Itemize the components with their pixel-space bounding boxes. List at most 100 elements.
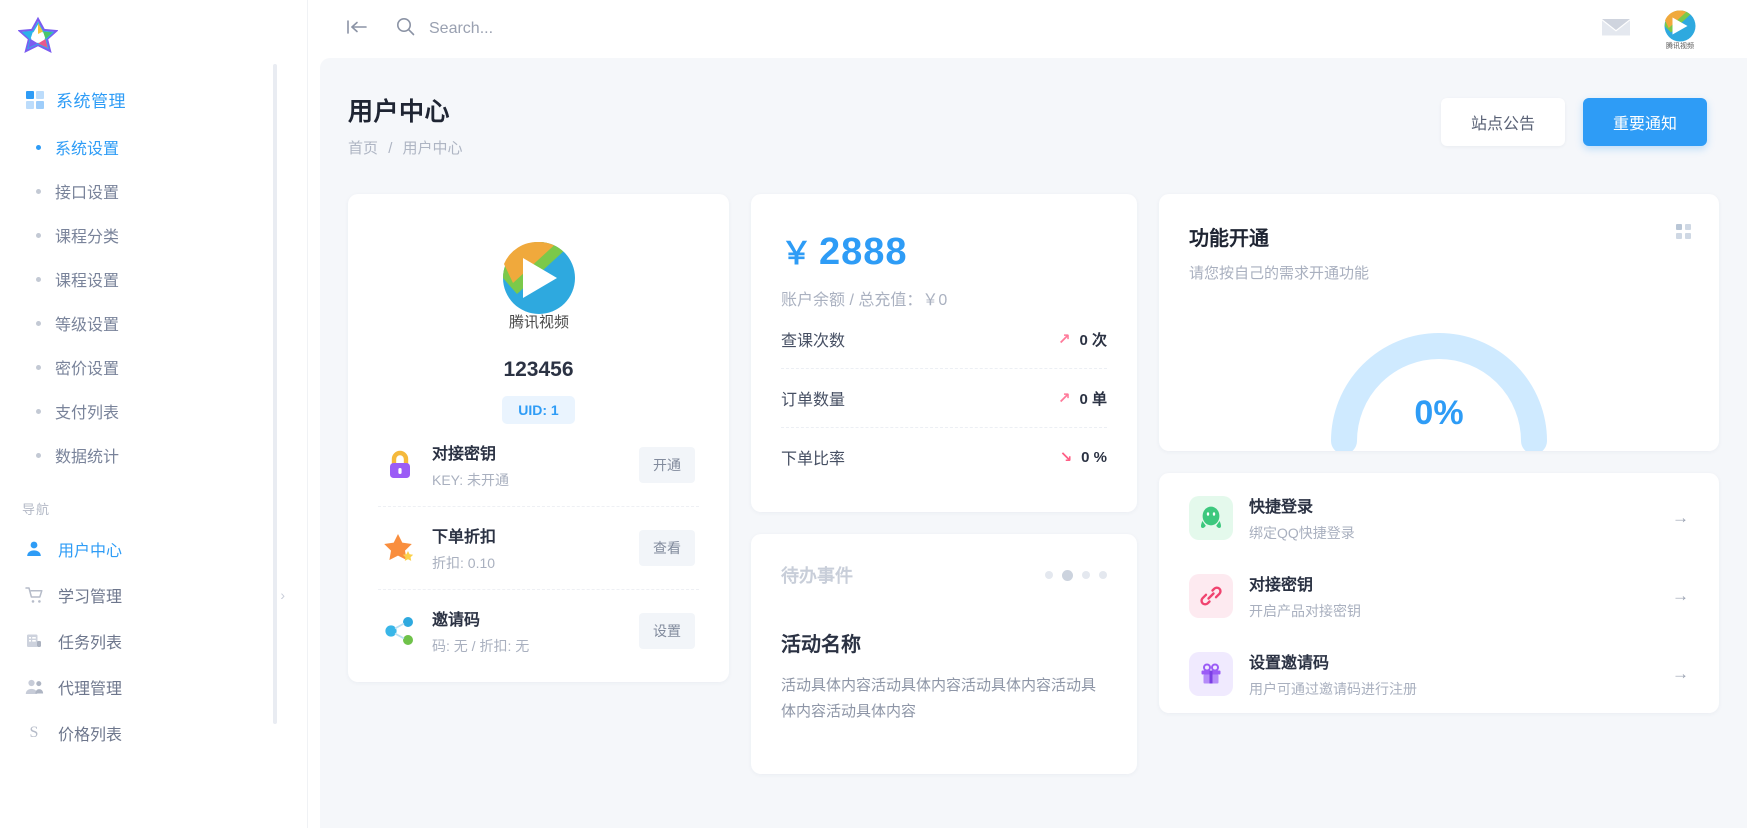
svg-text:腾讯视频: 腾讯视频	[508, 314, 568, 331]
content-panel: 用户中心 首页 / 用户中心 站点公告 重要通知	[320, 58, 1747, 828]
sidebar-item-label: 代理管理	[58, 675, 122, 699]
breadcrumb-home[interactable]: 首页	[348, 140, 378, 157]
page-title: 用户中心	[348, 92, 463, 128]
sidebar-item-interface-settings[interactable]: 接口设置	[0, 169, 307, 213]
feature-link-title: 对接密钥	[1249, 571, 1361, 595]
sidebar-group-label: 系统管理	[56, 87, 126, 112]
search-input[interactable]	[429, 20, 769, 38]
arrow-up-icon: ↗	[1058, 330, 1071, 348]
sidebar-item-payment-list[interactable]: 支付列表	[0, 389, 307, 433]
sidebar-item-price-list[interactable]: S 价格列表	[0, 710, 307, 756]
search-icon	[396, 17, 415, 41]
star-icon	[382, 530, 418, 566]
stat-row-order-count: 订单数量 ↗ 0 单	[781, 369, 1107, 428]
mail-icon[interactable]	[1601, 16, 1631, 43]
profile-row-invite-code: 邀请码 码: 无 / 折扣: 无 设置	[378, 590, 699, 672]
currency-symbol: ￥	[781, 236, 813, 271]
topbar: 腾讯视频	[308, 0, 1747, 58]
profile-row-text: 邀请码 码: 无 / 折扣: 无	[432, 606, 529, 656]
search-container[interactable]	[396, 17, 769, 41]
profile-card: 腾讯视频 123456 UID: 1 对接密钥 KEY: 未开通	[348, 194, 729, 682]
feature-title: 功能开通	[1189, 222, 1689, 251]
gauge-percent: 0%	[1414, 394, 1463, 433]
avatar[interactable]: 腾讯视频	[1659, 8, 1701, 50]
sidebar-item-label: 任务列表	[58, 629, 122, 653]
bullet-icon	[36, 409, 41, 414]
feature-links-card: 快捷登录 绑定QQ快捷登录 → 对接密钥 开启产品对接密钥	[1159, 473, 1719, 713]
sidebar-item-label: 价格列表	[58, 721, 122, 745]
sidebar-item-study-management[interactable]: 学习管理 ›	[0, 572, 307, 618]
stat-value: 0 次	[1079, 329, 1107, 350]
sidebar-item-data-statistics[interactable]: 数据统计	[0, 433, 307, 477]
bullet-icon	[36, 189, 41, 194]
profile-row-sub: 码: 无 / 折扣: 无	[432, 636, 529, 656]
sidebar-item-label: 密价设置	[55, 355, 119, 379]
right-column: 功能开通 请您按自己的需求开通功能 0%	[1159, 194, 1719, 713]
logo-container[interactable]	[0, 0, 307, 72]
stat-row-query-count: 查课次数 ↗ 0 次	[781, 310, 1107, 369]
arrow-right-icon[interactable]: →	[1672, 586, 1689, 606]
stat-label: 查课次数	[781, 327, 845, 351]
sidebar-item-level-settings[interactable]: 等级设置	[0, 301, 307, 345]
sidebar-subnav: 系统设置 接口设置 课程分类 课程设置 等级设置	[0, 121, 307, 477]
balance-amount: ￥2888	[781, 228, 1107, 274]
sidebar-item-user-center[interactable]: 用户中心	[0, 526, 307, 572]
app-root: 系统管理 系统设置 接口设置 课程分类 课程设置	[0, 0, 1747, 828]
gauge-container: 0%	[1189, 291, 1689, 451]
bullet-icon	[36, 321, 41, 326]
carousel-dot[interactable]	[1099, 571, 1107, 579]
set-invite-code-button[interactable]: 设置	[639, 613, 695, 649]
feature-link-api-key[interactable]: 对接密钥 开启产品对接密钥 →	[1159, 557, 1719, 635]
view-discount-button[interactable]: 查看	[639, 530, 695, 566]
feature-link-sub: 用户可通过邀请码进行注册	[1249, 679, 1417, 699]
sidebar-item-label: 等级设置	[55, 311, 119, 335]
balance-value: 2888	[819, 231, 908, 273]
sidebar-item-task-list[interactable]: 任务列表	[0, 618, 307, 664]
breadcrumb-current: 用户中心	[403, 140, 463, 157]
stat-value-wrap: ↘ 0 %	[1060, 448, 1107, 466]
sidebar-item-system-settings[interactable]: 系统设置	[0, 125, 307, 169]
carousel-dots[interactable]	[1045, 570, 1107, 581]
profile-name: 123456	[378, 358, 699, 382]
sidebar: 系统管理 系统设置 接口设置 课程分类 课程设置	[0, 0, 308, 828]
profile-row-api-key: 对接密钥 KEY: 未开通 开通	[378, 424, 699, 507]
task-icon	[24, 631, 44, 651]
sidebar-group-system-management[interactable]: 系统管理	[0, 78, 307, 121]
profile-row-title: 对接密钥	[432, 440, 509, 464]
sidebar-item-course-category[interactable]: 课程分类	[0, 213, 307, 257]
profile-row-title: 下单折扣	[432, 523, 496, 547]
collapse-left-icon[interactable]	[346, 18, 368, 41]
sidebar-scrollbar[interactable]	[273, 64, 277, 724]
todo-title: 待办事件	[781, 562, 853, 588]
arrow-up-icon: ↗	[1058, 389, 1071, 407]
arrow-right-icon[interactable]: →	[1672, 508, 1689, 528]
stat-label: 下单比率	[781, 445, 845, 469]
arrow-right-icon[interactable]: →	[1672, 664, 1689, 684]
svg-text:腾讯视频: 腾讯视频	[1666, 41, 1694, 50]
carousel-dot[interactable]	[1045, 571, 1053, 579]
stat-value: 0 单	[1079, 388, 1107, 409]
sidebar-item-label: 学习管理	[58, 583, 122, 607]
profile-row-title: 邀请码	[432, 606, 529, 630]
activate-key-button[interactable]: 开通	[639, 447, 695, 483]
feature-link-quick-login[interactable]: 快捷登录 绑定QQ快捷登录 →	[1159, 479, 1719, 557]
feature-link-invite-code[interactable]: 设置邀请码 用户可通过邀请码进行注册 →	[1159, 635, 1719, 713]
profile-row-order-discount: 下单折扣 折扣: 0.10 查看	[378, 507, 699, 590]
user-icon	[24, 539, 44, 559]
sidebar-item-price-settings[interactable]: 密价设置	[0, 345, 307, 389]
page-header-text: 用户中心 首页 / 用户中心	[348, 92, 463, 158]
main-area: 腾讯视频 用户中心 首页 / 用户中心 站点公告 重要通知	[308, 0, 1747, 828]
page-header: 用户中心 首页 / 用户中心 站点公告 重要通知	[320, 58, 1747, 164]
sidebar-item-agent-management[interactable]: 代理管理	[0, 664, 307, 710]
cards-row: 腾讯视频 123456 UID: 1 对接密钥 KEY: 未开通	[320, 164, 1747, 774]
sidebar-item-label: 接口设置	[55, 179, 119, 203]
sidebar-item-label: 课程设置	[55, 267, 119, 291]
profile-column: 腾讯视频 123456 UID: 1 对接密钥 KEY: 未开通	[348, 194, 729, 682]
carousel-dot-active[interactable]	[1062, 570, 1073, 581]
sidebar-item-course-settings[interactable]: 课程设置	[0, 257, 307, 301]
sidebar-section-label: 导航	[0, 477, 307, 526]
site-announcement-button[interactable]: 站点公告	[1441, 98, 1565, 146]
sidebar-item-label: 用户中心	[58, 537, 122, 561]
important-notice-button[interactable]: 重要通知	[1583, 98, 1707, 146]
carousel-dot[interactable]	[1082, 571, 1090, 579]
